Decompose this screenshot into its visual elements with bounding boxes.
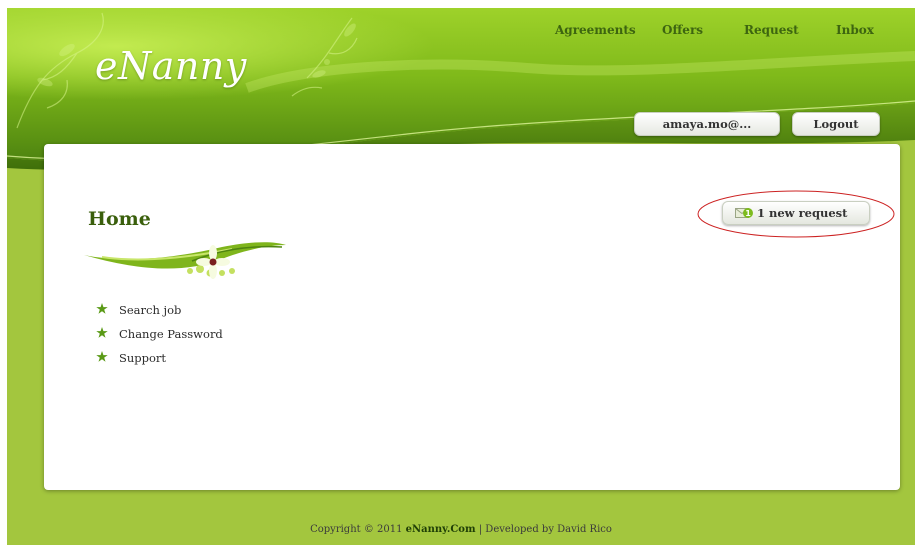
site-logo[interactable]: eNanny xyxy=(95,44,247,88)
floral-swoosh-icon xyxy=(84,242,286,279)
nav-offers[interactable]: Offers xyxy=(662,23,703,37)
content-panel: Home Search job Change Password Support … xyxy=(44,144,900,490)
mail-icon: 1 xyxy=(735,208,753,218)
nav-request[interactable]: Request xyxy=(744,23,799,37)
new-request-label: 1 new request xyxy=(757,206,848,220)
new-request-button[interactable]: 1 1 new request xyxy=(722,201,870,225)
menu-item-label: Support xyxy=(119,351,167,365)
top-navigation: Agreements Offers Request Inbox xyxy=(7,23,915,43)
page-frame: eNanny Agreements Offers Request Inbox a… xyxy=(7,8,915,545)
notification-count: 1 xyxy=(745,209,751,218)
green-star-icon xyxy=(96,327,108,338)
nav-agreements[interactable]: Agreements xyxy=(555,23,636,37)
footer-separator: | xyxy=(478,524,483,535)
user-account-button[interactable]: amaya.mo@... xyxy=(634,112,780,136)
page-title: Home xyxy=(88,208,151,230)
footer-site-link[interactable]: eNanny.Com xyxy=(406,524,476,535)
footer: Copyright © 2011 eNanny.Com | Developed … xyxy=(7,524,915,535)
footer-developer: Developed by David Rico xyxy=(485,524,612,535)
footer-copyright: Copyright © 2011 xyxy=(310,524,403,535)
green-star-icon xyxy=(96,351,108,362)
green-star-icon xyxy=(96,303,108,314)
logout-button[interactable]: Logout xyxy=(792,112,880,136)
menu-item-label: Search job xyxy=(119,303,182,317)
nav-inbox[interactable]: Inbox xyxy=(836,23,874,37)
menu-item-label: Change Password xyxy=(119,327,223,341)
